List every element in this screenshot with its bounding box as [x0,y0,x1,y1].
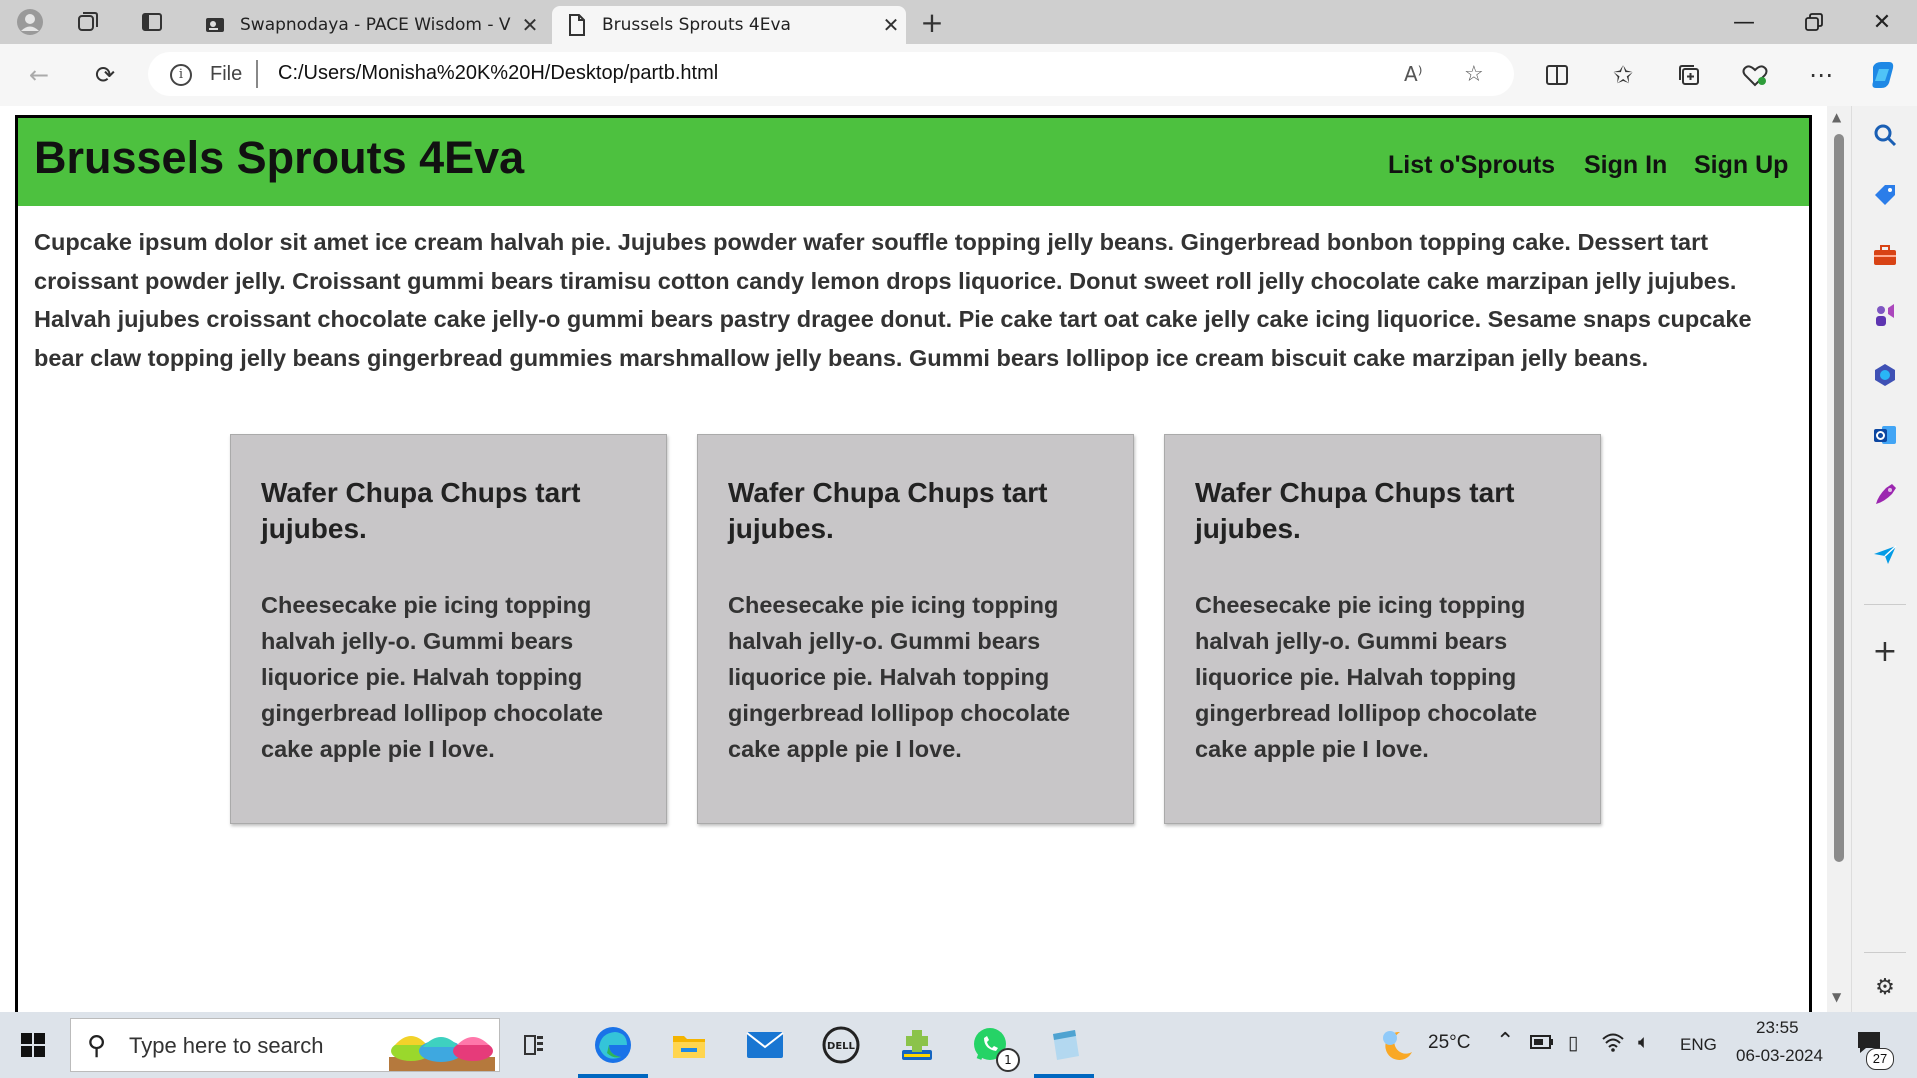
language-indicator[interactable]: ENG [1680,1035,1717,1055]
read-aloud-icon[interactable]: A⁾ [1404,62,1423,86]
scroll-down-arrow-icon[interactable]: ▼ [1832,990,1841,1004]
sidebar-divider [1864,952,1906,953]
minimize-icon[interactable]: — [1710,0,1778,44]
search-icon[interactable] [1870,120,1900,150]
svg-text:DELL: DELL [827,1041,856,1052]
nav-link-list-o-sprouts[interactable]: List o'Sprouts [1388,151,1555,180]
dell-icon[interactable]: DELL [818,1022,864,1068]
windows-taskbar: ⚲ Type here to search DELL 1 25°C ⌃ ▯ 🔈︎… [0,1012,1917,1078]
search-placeholder: Type here to search [129,1033,324,1058]
outlook-icon[interactable] [1870,420,1900,450]
notification-count-badge: 27 [1866,1048,1894,1070]
tab-title: Swapnodaya - PACE Wisdom - V [240,15,511,35]
favorite-star-icon[interactable]: ☆ [1464,62,1484,87]
page-container: Brussels Sprouts 4Eva List o'Sprouts Sig… [15,115,1812,1012]
sidebar-divider [1864,604,1906,605]
workspaces-icon[interactable] [74,8,102,36]
games-icon[interactable] [1870,300,1900,330]
intro-paragraph: Cupcake ipsum dolor sit amet ice cream h… [34,229,1752,371]
card-title: Wafer Chupa Chups tart jujubes. [728,477,1048,544]
card-title: Wafer Chupa Chups tart jujubes. [261,477,581,544]
close-tab-icon[interactable]: ✕ [876,13,906,37]
feature-card: Wafer Chupa Chups tart jujubes. Cheeseca… [1164,434,1601,824]
tab-favicon-icon [204,14,226,36]
notepad-icon[interactable] [1042,1022,1088,1068]
chevron-up-icon[interactable]: ⌃ [1496,1028,1514,1054]
card-body: Cheesecake pie icing topping halvah jell… [261,592,604,762]
back-arrow-icon[interactable]: ← [22,58,56,92]
add-sidebar-app-plus-icon[interactable]: + [1870,634,1900,669]
tools-icon[interactable] [1870,240,1900,270]
scrollbar-thumb[interactable] [1834,134,1844,862]
collections-icon[interactable] [1672,58,1706,92]
feature-card: Wafer Chupa Chups tart jujubes. Cheeseca… [230,434,667,824]
feature-card: Wafer Chupa Chups tart jujubes. Cheeseca… [697,434,1134,824]
microsoft-365-icon[interactable] [1870,360,1900,390]
favorites-icon[interactable]: ✩ [1606,58,1640,92]
designer-icon[interactable] [1870,480,1900,510]
windows-start-icon[interactable] [10,1022,56,1068]
card-title: Wafer Chupa Chups tart jujubes. [1195,477,1515,544]
clock-time[interactable]: 23:55 [1756,1018,1799,1038]
card-body: Cheesecake pie icing topping halvah jell… [728,592,1071,762]
card-body: Cheesecake pie icing topping halvah jell… [1195,592,1538,762]
page-icon [566,14,588,36]
vertical-tabs-icon[interactable] [138,8,166,36]
tab-swapnodaya[interactable]: Swapnodaya - PACE Wisdom - V ✕ [190,6,545,44]
browser-toolbar: ← ⟳ i File C:/Users/Monisha%20K%20H/Desk… [0,44,1917,106]
settings-gear-icon[interactable]: ⚙ [1870,972,1900,1002]
browser-essentials-icon[interactable] [1738,58,1772,92]
edge-sidebar: + ⚙ [1851,106,1917,1012]
nav-link-sign-up[interactable]: Sign Up [1694,151,1788,180]
search-icon: ⚲ [87,1031,107,1061]
nav-link-sign-in[interactable]: Sign In [1584,151,1667,180]
restore-icon[interactable] [1780,0,1848,44]
volume-icon[interactable]: 🔈︎ [1638,1032,1649,1054]
active-app-indicator [1034,1074,1094,1078]
battery-icon[interactable] [1530,1034,1554,1056]
active-app-indicator [578,1074,648,1078]
weather-icon[interactable] [1378,1026,1418,1066]
info-icon[interactable]: i [170,64,192,86]
shopping-tag-icon[interactable] [1870,180,1900,210]
page-scrollbar[interactable]: ▲ ▼ [1827,106,1851,1012]
site-brand-title[interactable]: Brussels Sprouts 4Eva [34,132,524,184]
close-tab-icon[interactable]: ✕ [515,13,545,37]
close-window-icon[interactable]: ✕ [1848,0,1916,44]
device-icon[interactable]: ▯ [1568,1032,1578,1055]
browser-tab-strip: Swapnodaya - PACE Wisdom - V ✕ Brussels … [0,0,1917,44]
address-bar[interactable]: i File C:/Users/Monisha%20K%20H/Desktop/… [148,52,1514,96]
page-viewport: Brussels Sprouts 4Eva List o'Sprouts Sig… [0,106,1851,1012]
url-text[interactable]: C:/Users/Monisha%20K%20H/Desktop/partb.h… [278,62,718,85]
site-header: Brussels Sprouts 4Eva List o'Sprouts Sig… [18,118,1809,206]
clock-date[interactable]: 06-03-2024 [1736,1046,1823,1066]
taskbar-search-box[interactable]: ⚲ Type here to search [70,1018,500,1072]
file-scheme-label: File [210,63,243,85]
scroll-up-arrow-icon[interactable]: ▲ [1832,110,1841,124]
file-explorer-icon[interactable] [666,1022,712,1068]
tab-brussels-sprouts[interactable]: Brussels Sprouts 4Eva ✕ [552,6,906,44]
refresh-icon[interactable]: ⟳ [88,58,122,92]
whatsapp-badge: 1 [996,1048,1020,1072]
copilot-icon[interactable] [1866,58,1900,92]
task-view-icon[interactable] [514,1022,560,1068]
edge-browser-icon[interactable] [590,1022,636,1068]
weather-temperature[interactable]: 25°C [1428,1032,1470,1054]
support-assist-icon[interactable] [894,1022,940,1068]
holi-color-bowls-icon [389,1036,495,1071]
mail-icon[interactable] [742,1022,788,1068]
wifi-icon[interactable] [1602,1032,1624,1058]
more-options-icon[interactable]: ⋯ [1804,58,1838,92]
send-icon[interactable] [1870,540,1900,570]
new-tab-plus-icon[interactable]: + [918,6,946,39]
address-divider [256,60,258,88]
profile-icon[interactable] [16,8,44,36]
tab-title: Brussels Sprouts 4Eva [602,15,791,35]
split-screen-icon[interactable] [1540,58,1574,92]
